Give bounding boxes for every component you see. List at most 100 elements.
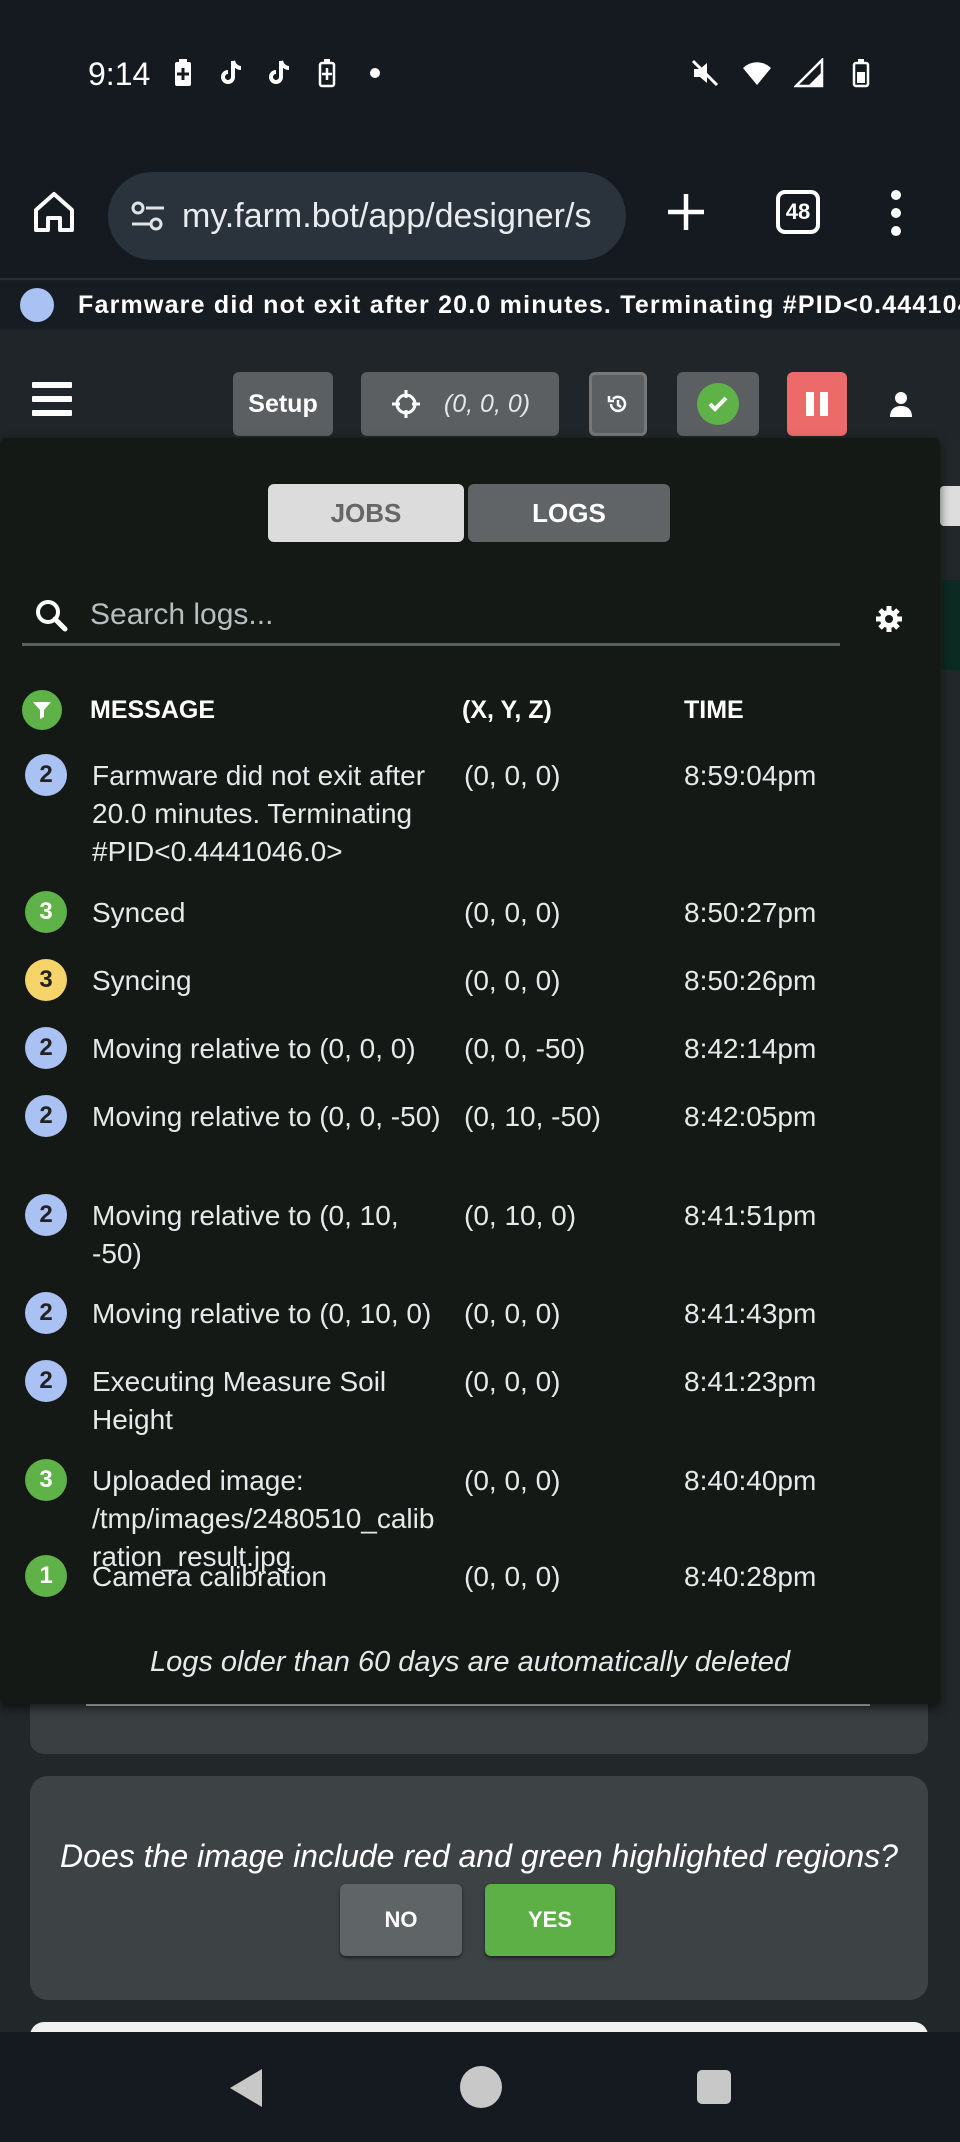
browser-toolbar: my.farm.bot/app/designer/s 48	[0, 150, 960, 280]
log-message: Farmware did not exit after 20.0 minutes…	[92, 760, 426, 867]
log-position: (0, 0, 0)	[464, 1561, 561, 1592]
log-level-badge: 2	[25, 1194, 67, 1236]
url-text[interactable]: my.farm.bot/app/designer/s	[182, 197, 622, 236]
log-message: Moving relative to (0, 10, -50)	[92, 1200, 399, 1269]
setup-button[interactable]: Setup	[233, 372, 333, 436]
log-ticker[interactable]: Farmware did not exit after 20.0 minutes…	[0, 282, 960, 328]
battery-saver-icon	[175, 59, 191, 86]
sync-check-icon	[697, 383, 739, 425]
retention-note: Logs older than 60 days are automaticall…	[149, 1646, 791, 1678]
history-icon	[607, 395, 627, 413]
signal-icon	[794, 58, 824, 88]
search-input[interactable]	[90, 597, 830, 632]
logs-table: MESSAGE (X, Y, Z) TIME 2 Farmware did not…	[0, 686, 940, 1622]
log-time: 8:41:23pm	[684, 1366, 817, 1397]
log-level-badge: 2	[25, 754, 67, 796]
back-icon[interactable]	[226, 2066, 266, 2110]
calibration-question-card: Does the image include red and green hig…	[30, 1776, 928, 2000]
log-message: Moving relative to (0, 0, 0)	[92, 1033, 416, 1064]
log-position: (0, 10, 0)	[464, 1200, 577, 1231]
tab-jobs[interactable]: JOBS	[268, 484, 464, 542]
log-message: Camera calibration	[92, 1561, 327, 1592]
sync-button[interactable]	[677, 372, 759, 436]
ticker-level-dot	[20, 288, 54, 322]
search-icon	[36, 599, 68, 631]
home-nav-icon[interactable]	[460, 2066, 502, 2108]
log-message: Executing Measure Soil Height	[92, 1366, 387, 1435]
ticker-message: Farmware did not exit after 20.0 minutes…	[78, 290, 960, 319]
log-position: (0, 0, 0)	[464, 1465, 561, 1496]
log-search	[22, 586, 840, 646]
side-tab	[940, 486, 960, 526]
jobs-logs-popover: JOBS LOGS MESSAGE (X, Y, Z) TIME 2 Farmwa…	[0, 438, 940, 1704]
mute-icon	[691, 59, 719, 87]
site-settings-icon[interactable]	[128, 196, 168, 236]
estop-button[interactable]	[787, 372, 847, 436]
account-button[interactable]	[886, 372, 916, 436]
crosshair-icon	[391, 390, 420, 418]
log-position: (0, 0, 0)	[464, 1366, 561, 1397]
filter-icon[interactable]	[22, 690, 62, 730]
bot-position-button[interactable]: (0, 0, 0)	[361, 372, 559, 436]
log-message: Synced	[92, 897, 186, 928]
status-bar: 9:14	[0, 0, 960, 150]
log-message: Syncing	[92, 965, 192, 996]
log-time: 8:50:26pm	[684, 965, 817, 996]
wifi-icon	[743, 62, 771, 85]
gear-icon[interactable]	[874, 604, 904, 634]
clock: 9:14	[88, 56, 151, 92]
log-level-badge: 3	[25, 959, 67, 1001]
more-vert-icon[interactable]	[888, 188, 904, 238]
app-navbar: Setup (0, 0, 0)	[0, 330, 960, 440]
column-header-xyz: (X, Y, Z)	[462, 696, 552, 724]
log-time: 8:41:43pm	[684, 1298, 817, 1329]
home-icon[interactable]	[30, 188, 78, 236]
log-level-badge: 2	[25, 1292, 67, 1334]
log-time: 8:42:05pm	[684, 1101, 817, 1132]
log-position: (0, 0, 0)	[464, 965, 561, 996]
log-level-badge: 3	[25, 891, 67, 933]
tiktok-icon	[221, 60, 242, 84]
user-icon	[890, 392, 912, 417]
yes-button[interactable]: YES	[485, 1884, 615, 1956]
side-strip	[942, 580, 960, 670]
column-header-message: MESSAGE	[90, 696, 216, 724]
log-message: Moving relative to (0, 0, -50)	[92, 1101, 441, 1132]
log-level-badge: 1	[25, 1555, 67, 1597]
dot-icon	[370, 68, 380, 78]
battery-icon	[852, 59, 870, 88]
setup-label: Setup	[248, 389, 318, 418]
log-time: 8:40:28pm	[684, 1561, 817, 1592]
history-button[interactable]	[589, 372, 647, 436]
log-position: (0, 10, -50)	[464, 1101, 601, 1132]
tab-count: 48	[785, 199, 811, 224]
battery-charging-icon	[318, 59, 336, 88]
bot-position-label: (0, 0, 0)	[443, 389, 531, 418]
no-button[interactable]: NO	[340, 1884, 462, 1956]
recents-icon[interactable]	[697, 2070, 731, 2104]
log-position: (0, 0, 0)	[464, 760, 561, 791]
new-tab-icon[interactable]	[664, 190, 708, 234]
notification-icons	[168, 58, 390, 88]
logs-table-header: MESSAGE (X, Y, Z) TIME	[0, 686, 940, 730]
log-position: (0, 0, -50)	[464, 1033, 586, 1064]
log-position: (0, 0, 0)	[464, 1298, 561, 1329]
panel-tab-toggle: JOBS LOGS	[268, 484, 670, 542]
tab-switcher-button[interactable]: 48	[776, 190, 820, 234]
question-text: Does the image include red and green hig…	[60, 1838, 898, 1874]
tab-logs[interactable]: LOGS	[468, 484, 670, 542]
log-time: 8:42:14pm	[684, 1033, 817, 1064]
log-message: Moving relative to (0, 10, 0)	[92, 1298, 432, 1329]
tiktok-icon	[269, 60, 290, 84]
log-time: 8:40:40pm	[684, 1465, 817, 1496]
hamburger-menu-icon[interactable]	[32, 382, 72, 416]
address-bar[interactable]: my.farm.bot/app/designer/s	[108, 172, 626, 260]
log-time: 8:41:51pm	[684, 1200, 817, 1231]
system-nav-bar	[0, 2032, 960, 2142]
log-time: 8:50:27pm	[684, 897, 817, 928]
log-level-badge: 3	[25, 1459, 67, 1501]
log-position: (0, 0, 0)	[464, 897, 561, 928]
log-level-badge: 2	[25, 1095, 67, 1137]
log-level-badge: 2	[25, 1360, 67, 1402]
log-level-badge: 2	[25, 1027, 67, 1069]
